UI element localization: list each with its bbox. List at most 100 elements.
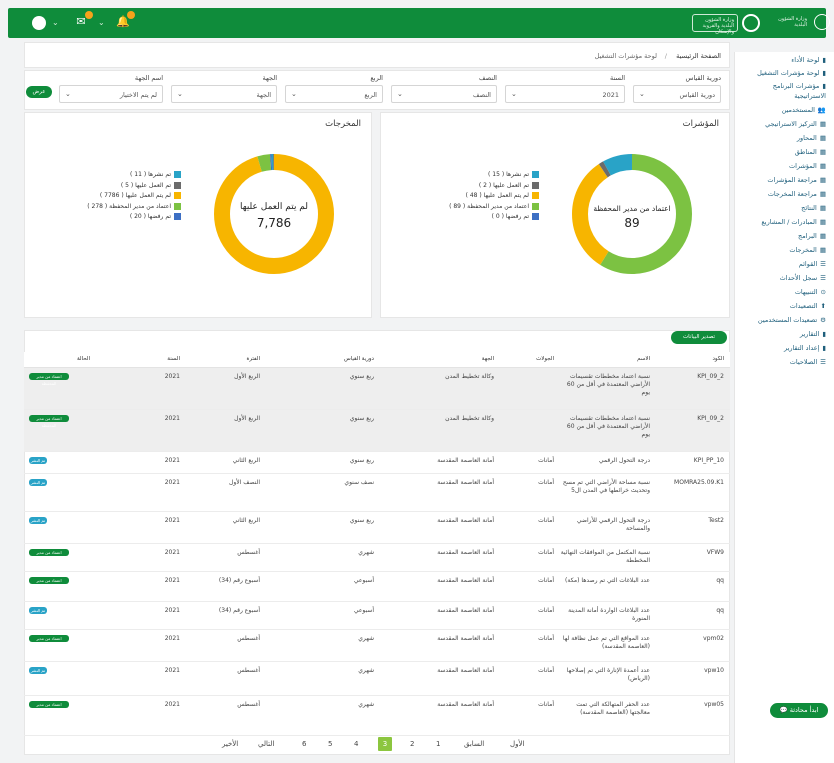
status-badge: اعتماد من مدير المحفظة: [29, 635, 69, 648]
row-round: أمانات: [538, 701, 554, 708]
chat-icon: 💬: [779, 706, 790, 714]
card-title: المخرجات: [325, 119, 361, 129]
pagination-last[interactable]: الأخير: [222, 740, 238, 748]
row-name: نسبة اعتماد مخططات تقسيمات الأراضي المعت…: [566, 415, 650, 438]
table-row[interactable]: VFW9 نسبة المكتمل من الموافقات النهائية ا…: [24, 544, 730, 572]
sidebar-item[interactable]: لوحة مؤشرات التشغيل ▮: [757, 69, 826, 77]
notification-icon[interactable]: ✉: [74, 11, 93, 29]
chat-button[interactable]: 💬 ابدأ محادثة: [770, 703, 828, 718]
pagination-page[interactable]: 6: [302, 740, 306, 748]
indicators-legend: تم نشرها ( 15 ) تم العمل عليها ( 2 ) لم …: [399, 170, 539, 223]
row-period: أسبوعي: [353, 577, 374, 584]
year-select[interactable]: 2021 ⌄: [505, 85, 625, 103]
pagination-page[interactable]: 2: [410, 740, 414, 748]
table-row[interactable]: KPI_09_2 نسبة اعتماد مخططات تقسيمات الأرا…: [24, 410, 730, 452]
bell-icon[interactable]: 🔔: [116, 11, 135, 29]
status-badge: اعتماد من مدير المحفظة: [29, 549, 69, 562]
table-row[interactable]: KPI_PP_10 درجة التحول الرقمي أمانات أمانة ا…: [24, 452, 730, 474]
sidebar-item[interactable]: سجل الأحداث ☰: [780, 274, 826, 282]
table-row[interactable]: KPI_09_2 نسبة اعتماد مخططات تقسيمات الأرا…: [24, 368, 730, 410]
row-period: ربع سنوي: [349, 517, 374, 524]
column-header[interactable]: الفترة: [246, 356, 260, 362]
sidebar-item[interactable]: التصعيدات ⬆: [790, 302, 826, 310]
row-period: ربع سنوي: [349, 373, 374, 380]
legend-item: اعتماد من مدير المحفظة ( 278 ): [41, 202, 181, 213]
sidebar-item-label: مراجعة المخرجات: [767, 190, 817, 198]
table-row[interactable]: vpm02 عدد المواقع التي تم عمل نظافة لها (…: [24, 630, 730, 662]
bar-chart-icon: ▮: [822, 82, 826, 90]
pagination-page[interactable]: 4: [354, 740, 358, 748]
row-period: أسبوعي: [353, 607, 374, 614]
table-row[interactable]: qq عدد البلاغات التي تم رصدها (مكة) أمانات…: [24, 572, 730, 602]
legend-item: تم رفضها ( 20 ): [41, 212, 181, 223]
table-row[interactable]: vpw05 عدد الحفر المتهالكة التي تمت معالجت…: [24, 696, 730, 736]
status-badge: اعتماد من مدير المحفظة: [29, 577, 69, 590]
sidebar-item-label: التقارير: [799, 330, 820, 338]
half-select[interactable]: النصف ⌄: [391, 85, 497, 103]
indicators-card: المؤشرات اعتماد من مدير المحفظة 89 تم نش…: [380, 112, 730, 318]
ministry-emblem-icon: [814, 14, 830, 30]
sidebar-item[interactable]: المناطق ▦: [795, 148, 826, 156]
row-term: أغسطس: [237, 701, 260, 708]
column-header[interactable]: السنة: [167, 356, 180, 362]
pagination-first[interactable]: الأول: [510, 740, 524, 748]
show-button[interactable]: عرض: [26, 86, 52, 98]
table-row[interactable]: MOMRA25.09.K1 نسبة مساحة الأراضي التي تم …: [24, 474, 730, 512]
pagination-page-current[interactable]: 3: [378, 737, 392, 751]
table-row[interactable]: qq عدد البلاغات الواردة أمانة المدينة الم…: [24, 602, 730, 630]
pagination-next[interactable]: التالي: [258, 740, 274, 748]
sidebar-item-label: الصلاحيات: [789, 358, 818, 366]
sidebar-item[interactable]: النتائج ▦: [801, 204, 826, 212]
sidebar-item[interactable]: لوحة الأداء ▮: [791, 56, 826, 64]
sidebar-item[interactable]: تصعيدات المستخدمين ⚙: [758, 316, 826, 324]
pagination-prev[interactable]: السابق: [464, 740, 484, 748]
column-header[interactable]: الجولات: [536, 356, 554, 362]
chevron-down-icon[interactable]: ⌄: [98, 18, 105, 27]
sidebar-item[interactable]: الاستراتيجية: [794, 92, 826, 100]
table-row[interactable]: vpw10 عدد أعمدة الإنارة التي تم إصلاحها (…: [24, 662, 730, 696]
sidebar-item[interactable]: المبادرات / المشاريع ▦: [761, 218, 826, 226]
sidebar-item[interactable]: إعداد التقارير ▮: [784, 344, 826, 352]
sidebar-item[interactable]: مؤشرات البرنامج ▮: [773, 82, 826, 90]
row-code: vpw05: [704, 701, 724, 708]
sidebar-item-label: تصعيدات المستخدمين: [757, 316, 818, 324]
sidebar-item[interactable]: الصلاحيات ☰: [790, 358, 826, 366]
file-icon: ▮: [822, 330, 826, 338]
user-avatar[interactable]: [32, 16, 46, 30]
export-button[interactable]: تصدير البيانات: [671, 331, 727, 344]
sidebar-item[interactable]: التقارير ▮: [800, 330, 826, 338]
quarter-select[interactable]: الربع ⌄: [285, 85, 383, 103]
users-icon: 👥: [817, 106, 826, 114]
sidebar-item[interactable]: القوائم ☰: [799, 260, 826, 268]
pagination-page[interactable]: 1: [436, 740, 440, 748]
chevron-down-icon: ⌄: [397, 90, 403, 98]
sidebar-item[interactable]: البرامج ▦: [798, 232, 826, 240]
entity-select[interactable]: الجهة ⌄: [171, 85, 277, 103]
entity-label: الجهة: [262, 74, 277, 82]
sidebar-item[interactable]: المحاور ▦: [797, 134, 826, 142]
period-select[interactable]: دورية القياس ⌄: [633, 85, 721, 103]
sidebar-item[interactable]: التركيز الاستراتيجي ▦: [765, 120, 826, 128]
sidebar-item[interactable]: المستخدمين 👥: [782, 106, 826, 114]
entity-name-select[interactable]: لم يتم الاختيار ⌄: [59, 85, 163, 103]
chevron-down-icon: ⌄: [639, 90, 645, 98]
row-entity: أمانة العاصمة المقدسة: [437, 667, 494, 674]
table-row[interactable]: Test2 درجة التحول الرقمي للأراضي والمساحة…: [24, 512, 730, 544]
column-header[interactable]: الاسم: [637, 356, 650, 362]
status-badge: تم النشر: [29, 667, 47, 674]
legend-item: تم العمل عليها ( 5 ): [41, 181, 181, 192]
column-header[interactable]: الكود: [712, 356, 724, 362]
sidebar-item[interactable]: المؤشرات ▦: [789, 162, 826, 170]
chevron-down-icon[interactable]: ⌄: [52, 18, 59, 27]
column-header[interactable]: دورية القياس: [344, 356, 374, 362]
sidebar-item[interactable]: المخرجات ▦: [789, 246, 826, 254]
sidebar-item[interactable]: التنبيهات ⊙: [795, 288, 826, 296]
breadcrumb-home[interactable]: الصفحة الرئيسية: [676, 52, 721, 60]
sidebar-item[interactable]: مراجعة المؤشرات ▦: [767, 176, 826, 184]
column-header[interactable]: الجهة: [482, 356, 494, 362]
column-header[interactable]: الحالة: [77, 356, 90, 362]
sidebar-item[interactable]: مراجعة المخرجات ▦: [768, 190, 826, 198]
pagination-page[interactable]: 5: [328, 740, 332, 748]
outputs-legend: تم نشرها ( 11 ) تم العمل عليها ( 5 ) لم …: [41, 170, 181, 223]
donut-segment-not-worked: [214, 154, 334, 274]
